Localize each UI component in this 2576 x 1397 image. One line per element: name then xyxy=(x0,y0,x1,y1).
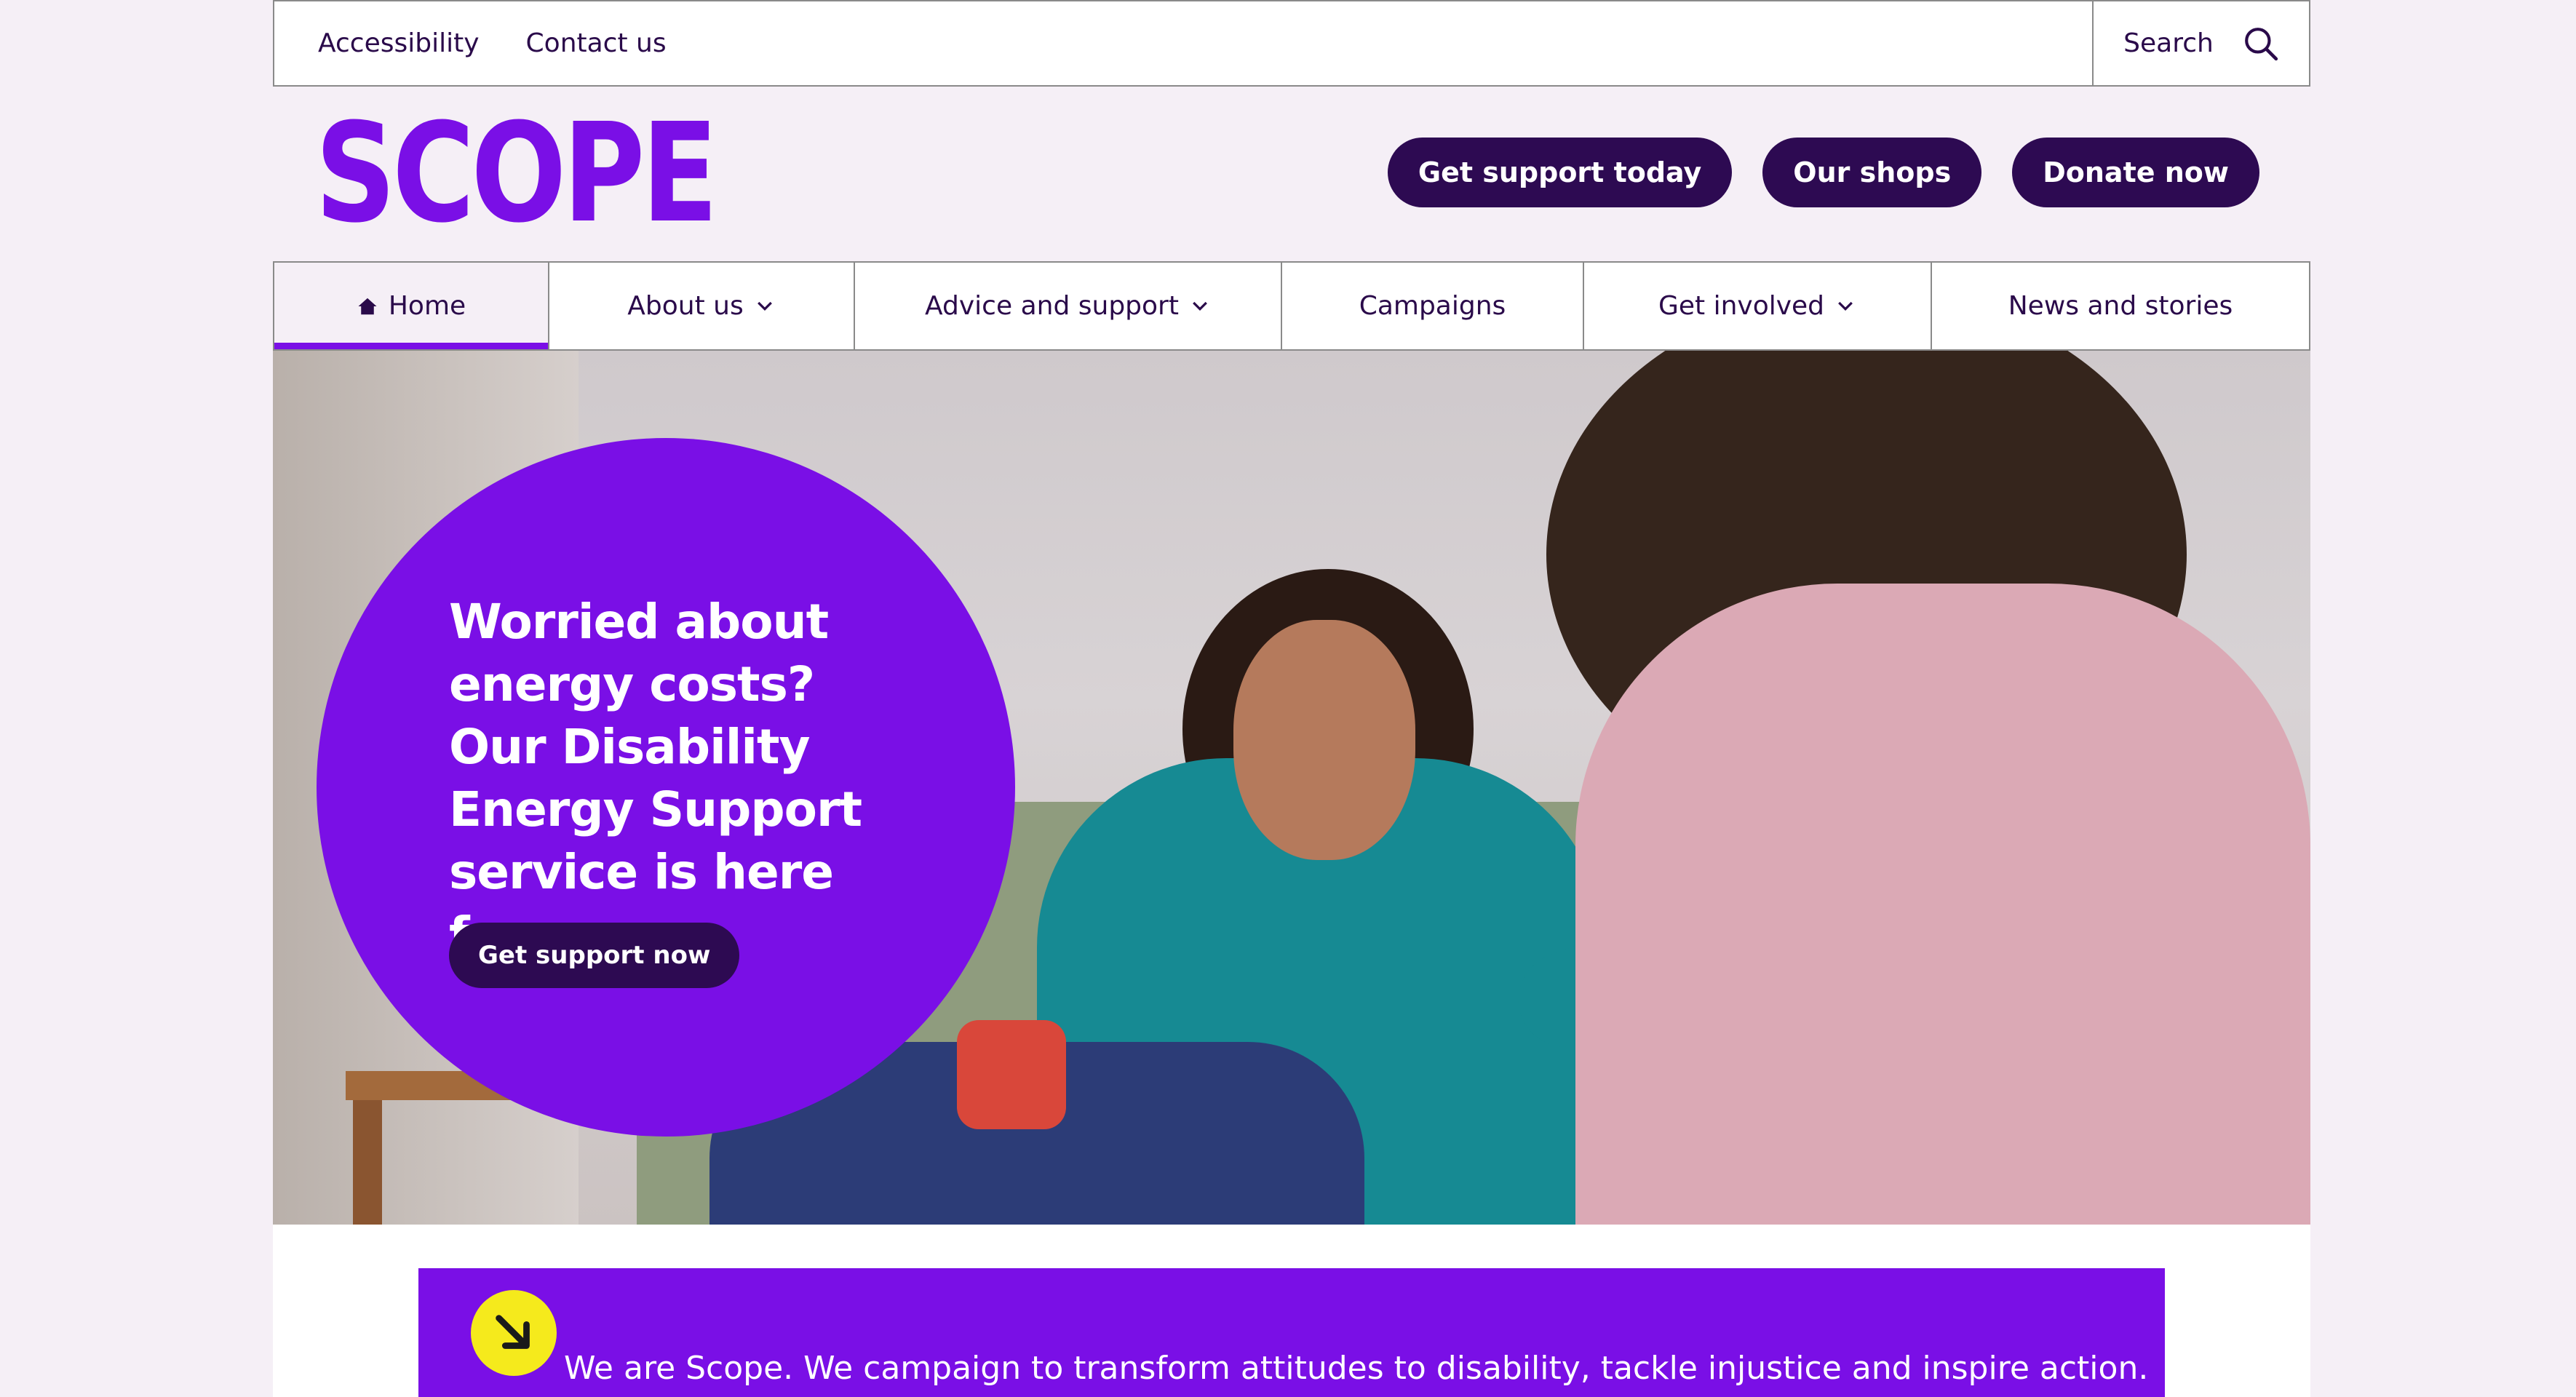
photo-table-leg xyxy=(353,1100,382,1225)
contact-us-link[interactable]: Contact us xyxy=(526,28,667,58)
accessibility-link[interactable]: Accessibility xyxy=(318,28,480,58)
nav-label-get-involved: Get involved xyxy=(1658,291,1825,321)
get-support-today-button[interactable]: Get support today xyxy=(1387,138,1733,207)
get-support-now-button[interactable]: Get support now xyxy=(449,923,740,988)
search-button[interactable]: Search xyxy=(2092,1,2309,85)
nav-item-campaigns[interactable]: Campaigns xyxy=(1282,263,1584,349)
search-icon xyxy=(2244,27,2278,60)
main-nav: Home About us Advice and support Campaig… xyxy=(273,261,2310,351)
chevron-down-icon xyxy=(1193,301,1207,311)
chevron-down-icon xyxy=(1838,301,1853,311)
hero-headline: Worried about energy costs? Our Disabili… xyxy=(449,594,862,963)
nav-item-news-and-stories[interactable]: News and stories xyxy=(1932,263,2309,349)
arrow-badge xyxy=(471,1290,557,1376)
intro-section: We are Scope. We campaign to transform a… xyxy=(273,1225,2310,1397)
our-shops-button[interactable]: Our shops xyxy=(1762,138,1982,207)
hero-banner: Worried about energy costs? Our Disabili… xyxy=(273,351,2310,1225)
scope-logo[interactable]: SCOPE xyxy=(315,106,718,242)
search-label: Search xyxy=(2123,28,2214,58)
utility-links: Accessibility Contact us xyxy=(318,1,667,85)
arrow-down-right-icon xyxy=(496,1315,530,1349)
intro-banner: We are Scope. We campaign to transform a… xyxy=(418,1268,2165,1397)
chevron-down-icon xyxy=(757,301,772,311)
nav-label-home: Home xyxy=(388,291,466,321)
header-buttons: Get support today Our shops Donate now xyxy=(1387,138,2259,207)
nav-label-advice: Advice and support xyxy=(925,291,1179,321)
utility-bar: Accessibility Contact us Search xyxy=(273,0,2310,87)
intro-text: We are Scope. We campaign to transform a… xyxy=(564,1350,2149,1387)
photo-mug xyxy=(957,1020,1066,1129)
nav-item-home[interactable]: Home xyxy=(274,263,549,349)
page: Accessibility Contact us Search SCOPE Ge… xyxy=(273,0,2310,1397)
nav-item-about-us[interactable]: About us xyxy=(549,263,855,349)
donate-now-button[interactable]: Donate now xyxy=(2012,138,2259,207)
nav-item-get-involved[interactable]: Get involved xyxy=(1584,263,1932,349)
photo-child-hoodie xyxy=(1575,584,2310,1225)
nav-item-advice-and-support[interactable]: Advice and support xyxy=(855,263,1282,349)
nav-label-news: News and stories xyxy=(2008,291,2233,321)
nav-label-about-us: About us xyxy=(627,291,744,321)
photo-woman-face xyxy=(1233,620,1415,860)
site-header: SCOPE Get support today Our shops Donate… xyxy=(273,87,2310,261)
nav-label-campaigns: Campaigns xyxy=(1359,291,1506,321)
home-icon xyxy=(358,298,377,314)
